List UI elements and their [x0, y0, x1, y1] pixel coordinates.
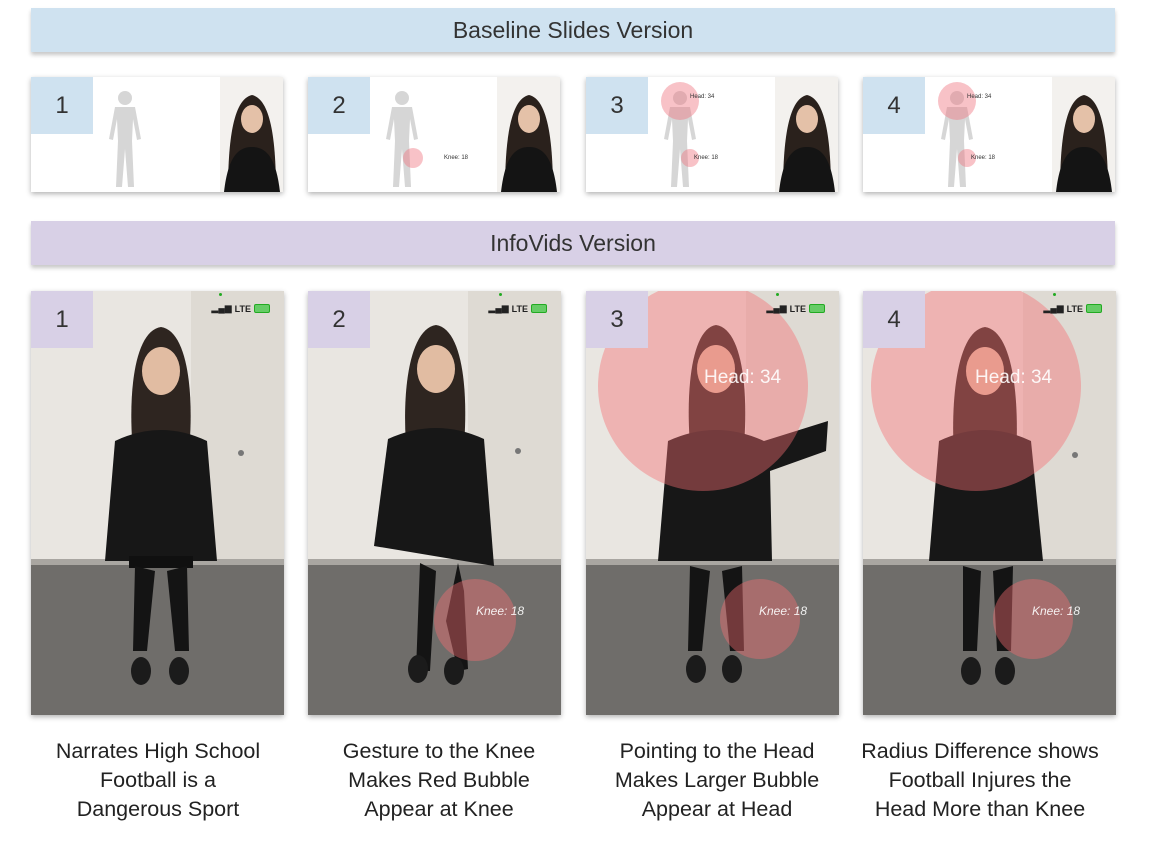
head-label: Head: 34 — [690, 94, 715, 100]
knee-bubble — [993, 579, 1073, 659]
battery-icon — [1086, 304, 1102, 313]
knee-bubble — [720, 579, 800, 659]
signal-icon: ▂▄▆ — [211, 303, 232, 313]
caption-line: Gesture to the Knee — [342, 739, 536, 763]
head-label: Head: 34 — [967, 94, 992, 100]
caption-step-4: Radius Difference shows Football Injures… — [845, 737, 1115, 824]
head-label: Head: 34 — [704, 367, 782, 388]
caption-line: Dangerous Sport — [76, 797, 240, 821]
step-number: 2 — [308, 77, 370, 134]
step-number: 4 — [863, 291, 925, 348]
signal-icon: ▂▄▆ — [766, 303, 787, 313]
caption-line: Appear at Knee — [364, 797, 514, 821]
presenter-camera-feed — [1052, 77, 1115, 192]
caption-step-2: Gesture to the Knee Makes Red Bubble App… — [304, 737, 574, 824]
recording-indicator — [1053, 293, 1056, 296]
infovids-frame-2: 2 ▂▄▆ LTE Knee: 18 — [308, 291, 561, 715]
step-number: 1 — [31, 77, 93, 134]
presenter-camera-feed — [497, 77, 560, 192]
signal-icon: ▂▄▆ — [1043, 303, 1064, 313]
baseline-section-header: Baseline Slides Version — [31, 8, 1115, 52]
caption-line: Radius Difference shows — [861, 739, 1099, 763]
caption-step-3: Pointing to the Head Makes Larger Bubble… — [582, 737, 852, 824]
infovids-frame-3: 3 ▂▄▆ LTE Head: 34 Knee: 18 — [586, 291, 839, 715]
caption-step-1: Narrates High School Football is a Dange… — [23, 737, 293, 824]
body-silhouette-icon — [386, 91, 418, 187]
head-bubble — [938, 82, 976, 120]
baseline-slide-1: 1 — [31, 77, 283, 192]
knee-label: Knee: 18 — [694, 155, 719, 161]
caption-line: Head More than Knee — [874, 797, 1086, 821]
infovids-section-header: InfoVids Version — [31, 221, 1115, 265]
knee-bubble — [434, 579, 516, 661]
caption-line: Makes Red Bubble — [348, 768, 530, 792]
caption-line: Narrates High School — [55, 739, 261, 763]
head-bubble — [661, 82, 699, 120]
caption-line: Makes Larger Bubble — [614, 768, 820, 792]
presenter-video — [31, 291, 284, 715]
knee-label: Knee: 18 — [971, 155, 996, 161]
head-label: Head: 34 — [975, 367, 1053, 388]
caption-line: Football is a — [100, 768, 216, 792]
phone-status-bar: ▂▄▆ LTE — [211, 303, 270, 314]
knee-label: Knee: 18 — [476, 604, 525, 618]
network-label: LTE — [789, 303, 806, 314]
recording-indicator — [776, 293, 779, 296]
recording-indicator — [219, 293, 222, 296]
baseline-slide-2: 2 Knee: 18 — [308, 77, 560, 192]
knee-label: Knee: 18 — [759, 604, 808, 618]
knee-label: Knee: 18 — [444, 155, 469, 161]
infovids-frame-1: 1 ▂▄▆ LTE — [31, 291, 284, 715]
network-label: LTE — [511, 303, 528, 314]
step-number: 4 — [863, 77, 925, 134]
step-number: 3 — [586, 291, 648, 348]
caption-line: Appear at Head — [641, 797, 793, 821]
infovids-frame-4: 4 ▂▄▆ LTE Head: 34 Knee: 18 — [863, 291, 1116, 715]
caption-line: Pointing to the Head — [619, 739, 815, 763]
presenter-camera-feed — [220, 77, 283, 192]
step-number: 1 — [31, 291, 93, 348]
presenter-camera-feed — [775, 77, 838, 192]
baseline-slide-3: 3 Head: 34 Knee: 18 — [586, 77, 838, 192]
presenter-video — [308, 291, 561, 715]
battery-icon — [254, 304, 270, 313]
step-number: 2 — [308, 291, 370, 348]
battery-icon — [809, 304, 825, 313]
knee-label: Knee: 18 — [1032, 604, 1081, 618]
phone-status-bar: ▂▄▆ LTE — [1043, 303, 1102, 314]
phone-status-bar: ▂▄▆ LTE — [766, 303, 825, 314]
battery-icon — [531, 304, 547, 313]
recording-indicator — [499, 293, 502, 296]
step-number: 3 — [586, 77, 648, 134]
phone-status-bar: ▂▄▆ LTE — [488, 303, 547, 314]
knee-bubble — [403, 148, 423, 168]
body-silhouette-icon — [109, 91, 141, 187]
signal-icon: ▂▄▆ — [488, 303, 509, 313]
baseline-slide-4: 4 Head: 34 Knee: 18 — [863, 77, 1115, 192]
network-label: LTE — [1066, 303, 1083, 314]
caption-line: Football Injures the — [888, 768, 1072, 792]
network-label: LTE — [234, 303, 251, 314]
